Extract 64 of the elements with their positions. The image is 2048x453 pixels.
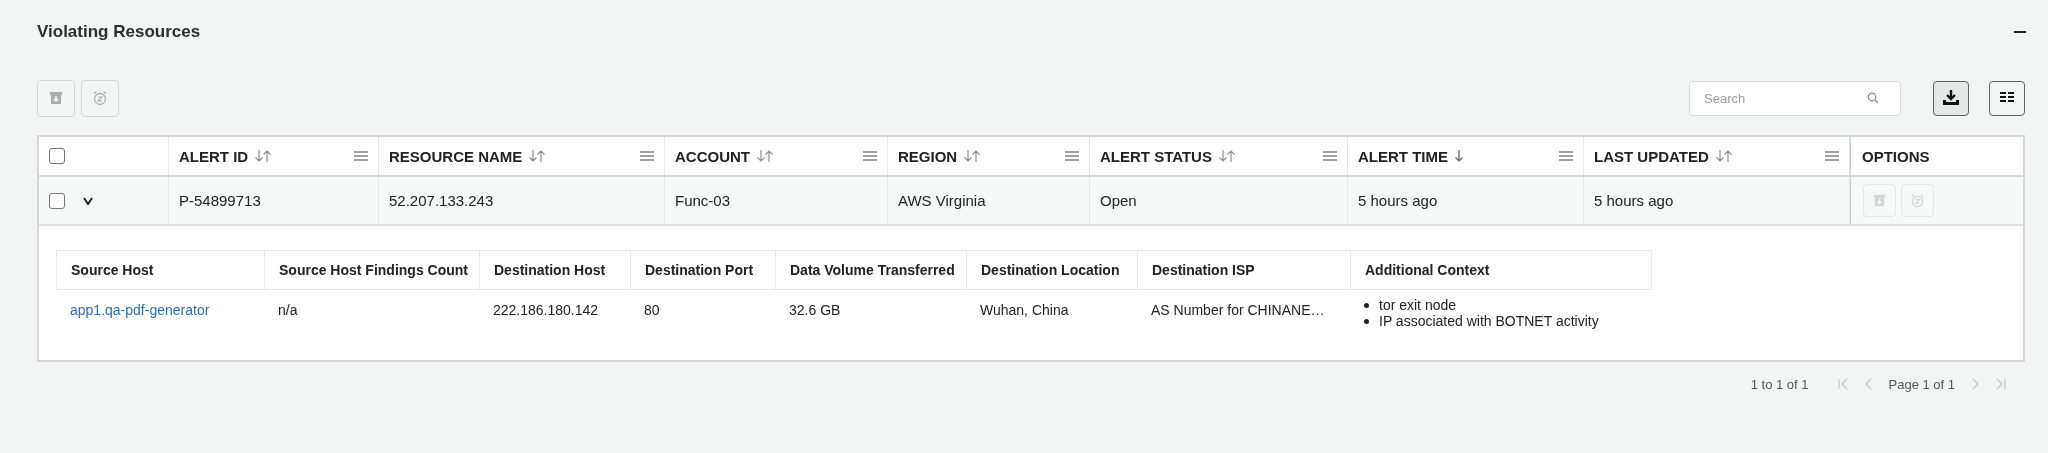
- bullet-icon: [1364, 318, 1369, 324]
- column-menu-icon[interactable]: [1323, 151, 1337, 161]
- column-header: Destination Location: [981, 262, 1120, 278]
- sort-icon[interactable]: [528, 149, 547, 163]
- column-header[interactable]: ACCOUNT: [675, 147, 750, 165]
- archive-icon: [1873, 194, 1886, 207]
- table-cell: AS Number for CHINANE…: [1151, 302, 1325, 318]
- table-cell: 5 hours ago: [1594, 192, 1674, 209]
- search-icon: [1867, 91, 1879, 104]
- sort-icon[interactable]: [1714, 149, 1733, 163]
- sort-icon[interactable]: [254, 149, 273, 163]
- panel-title: Violating Resources: [37, 22, 201, 42]
- alarm-clock-icon: [1910, 193, 1925, 208]
- column-header[interactable]: ALERT STATUS: [1100, 147, 1212, 165]
- table-cell: 32.6 GB: [789, 302, 841, 318]
- table-cell: Wuhan, China: [980, 302, 1069, 318]
- row-checkbox[interactable]: [49, 192, 65, 209]
- column-menu-icon[interactable]: [354, 151, 368, 161]
- column-header[interactable]: LAST UPDATED: [1594, 147, 1709, 165]
- column-header[interactable]: REGION: [898, 147, 958, 165]
- bullet-icon: [1364, 302, 1369, 308]
- columns-icon: [1999, 91, 2015, 105]
- table-cell: 80: [644, 302, 660, 318]
- alarm-clock-icon: [92, 90, 108, 106]
- column-header: Data Volume Transferred: [790, 262, 955, 278]
- search-field[interactable]: Search: [1689, 80, 1901, 116]
- table-cell: n/a: [278, 302, 298, 318]
- column-menu-icon[interactable]: [863, 151, 877, 161]
- table-cell: AWS Virginia: [898, 192, 986, 209]
- table-cell: Func-03: [675, 192, 731, 209]
- table-cell: Open: [1100, 192, 1137, 209]
- column-header: Destination ISP: [1152, 262, 1255, 278]
- sort-icon[interactable]: [1217, 149, 1236, 163]
- archive-icon: [49, 91, 63, 105]
- column-header: Destination Host: [494, 262, 606, 278]
- host-link[interactable]: app1.qa-pdf-generator: [70, 302, 210, 318]
- sort-icon[interactable]: [963, 149, 982, 163]
- expand-chevron-icon[interactable]: [83, 196, 93, 205]
- table-cell: P-54899713: [179, 192, 261, 209]
- select-all-checkbox[interactable]: [49, 148, 65, 164]
- row-count: 1 to 1 of 1: [1750, 376, 1809, 392]
- column-menu-icon[interactable]: [640, 151, 654, 161]
- context-item: tor exit node: [1379, 297, 1457, 313]
- download-icon: [1942, 89, 1960, 107]
- column-menu-icon[interactable]: [1065, 151, 1079, 161]
- table-cell: 52.207.133.243: [389, 192, 494, 209]
- column-header: Destination Port: [645, 262, 754, 278]
- table-cell: 222.186.180.142: [493, 302, 599, 318]
- page-indicator: Page 1 of 1: [1888, 376, 1955, 392]
- columns-button[interactable]: [1989, 80, 2025, 116]
- column-header: Additional Context: [1365, 262, 1490, 278]
- column-header: Source Host Findings Count: [279, 262, 468, 278]
- column-header: Source Host: [71, 262, 154, 278]
- column-header: OPTIONS: [1862, 147, 1930, 165]
- sort-descending-icon[interactable]: [1454, 149, 1464, 163]
- table-cell: 5 hours ago: [1358, 192, 1438, 209]
- column-header[interactable]: ALERT TIME: [1358, 147, 1448, 165]
- download-button[interactable]: [1933, 80, 1969, 116]
- context-item: IP associated with BOTNET activity: [1379, 313, 1599, 329]
- column-header[interactable]: RESOURCE NAME: [389, 147, 523, 165]
- sort-icon[interactable]: [756, 149, 774, 163]
- column-menu-icon[interactable]: [1559, 151, 1573, 161]
- column-header[interactable]: ALERT ID: [179, 147, 249, 165]
- column-menu-icon[interactable]: [1825, 151, 1839, 161]
